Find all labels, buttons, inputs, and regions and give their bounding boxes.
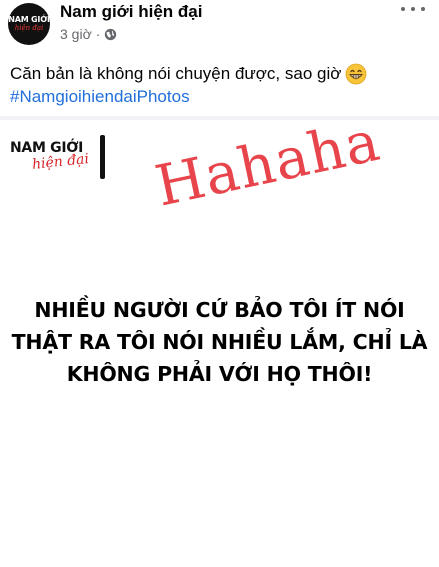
post-header: NAM GIỚI hiện đại Nam giới hiện đại 3 gi… <box>0 0 439 54</box>
meta-separator: · <box>95 26 101 42</box>
post-caption: Căn bản là không nói chuyện được, sao gi… <box>10 63 367 85</box>
page-name-link[interactable]: Nam giới hiện đại <box>60 2 202 22</box>
hashtag-link[interactable]: #NamgioihiendaiPhotos <box>10 87 190 107</box>
brand-logo: NAM GIỚI hiện đại <box>10 140 90 176</box>
avatar-logo-line2: hiện đại <box>14 24 44 32</box>
headline-line-1: NHIỀU NGƯỜI CỨ BẢO TÔI ÍT NÓI <box>34 298 405 322</box>
avatar-logo-line1: NAM GIỚI <box>8 15 50 24</box>
post-image[interactable]: NAM GIỚI hiện đại Hahaha NHIỀU NGƯỜI CỨ … <box>0 109 439 567</box>
post-text: Căn bản là không nói chuyện được, sao gi… <box>0 54 439 116</box>
post-timestamp[interactable]: 3 giờ <box>60 26 92 42</box>
grinning-face-icon <box>345 63 367 85</box>
more-options-icon[interactable] <box>401 2 425 16</box>
overlay-text: Hahaha <box>150 108 386 220</box>
avatar[interactable]: NAM GIỚI hiện đại <box>8 3 50 45</box>
globe-icon[interactable] <box>104 28 117 41</box>
caption-text: Căn bản là không nói chuyện được, sao gi… <box>10 64 342 83</box>
post-meta: 3 giờ · <box>60 26 117 42</box>
headline-line-3: KHÔNG PHẢI VỚI HỌ THÔI! <box>66 362 373 386</box>
headline-line-2: THẬT RA TÔI NÓI NHIỀU LẮM, CHỈ LÀ <box>11 330 428 354</box>
logo-divider <box>100 135 105 179</box>
image-headline: NHIỀU NGƯỜI CỨ BẢO TÔI ÍT NÓI THẬT RA TÔ… <box>0 294 439 390</box>
